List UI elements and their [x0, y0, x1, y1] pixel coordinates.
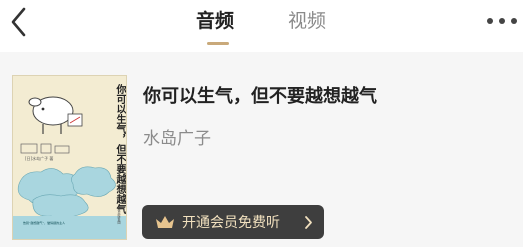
top-bar: 音频 视频: [0, 0, 523, 52]
book-title: 你可以生气，但不要越想越气: [143, 86, 377, 107]
chevron-right-icon: [305, 216, 312, 229]
more-dots-icon[interactable]: [487, 18, 517, 26]
chevron-left-icon[interactable]: [8, 6, 30, 38]
tab-audio[interactable]: 音频: [196, 8, 234, 34]
cover-publisher: 中信出版集团: [117, 206, 121, 224]
cover-author: [日]水岛广子 著: [25, 156, 54, 161]
tab-active-indicator: [207, 42, 229, 45]
vip-free-listen-button[interactable]: 开通会员免费听: [142, 205, 324, 239]
book-cover[interactable]: 你可以生气，但不要越想越气 [日]水岛广子 著 告别“越想越气”，做情绪的主人 …: [12, 75, 127, 240]
cover-title: 你可以生气，但不要越想越气: [114, 84, 125, 214]
vip-button-label: 开通会员免费听: [182, 215, 280, 231]
crown-icon: [156, 216, 174, 228]
book-author[interactable]: 水岛广子: [143, 124, 211, 149]
cover-blurb: 告别“越想越气”，做情绪的主人: [23, 221, 66, 225]
tab-video[interactable]: 视频: [288, 8, 326, 34]
